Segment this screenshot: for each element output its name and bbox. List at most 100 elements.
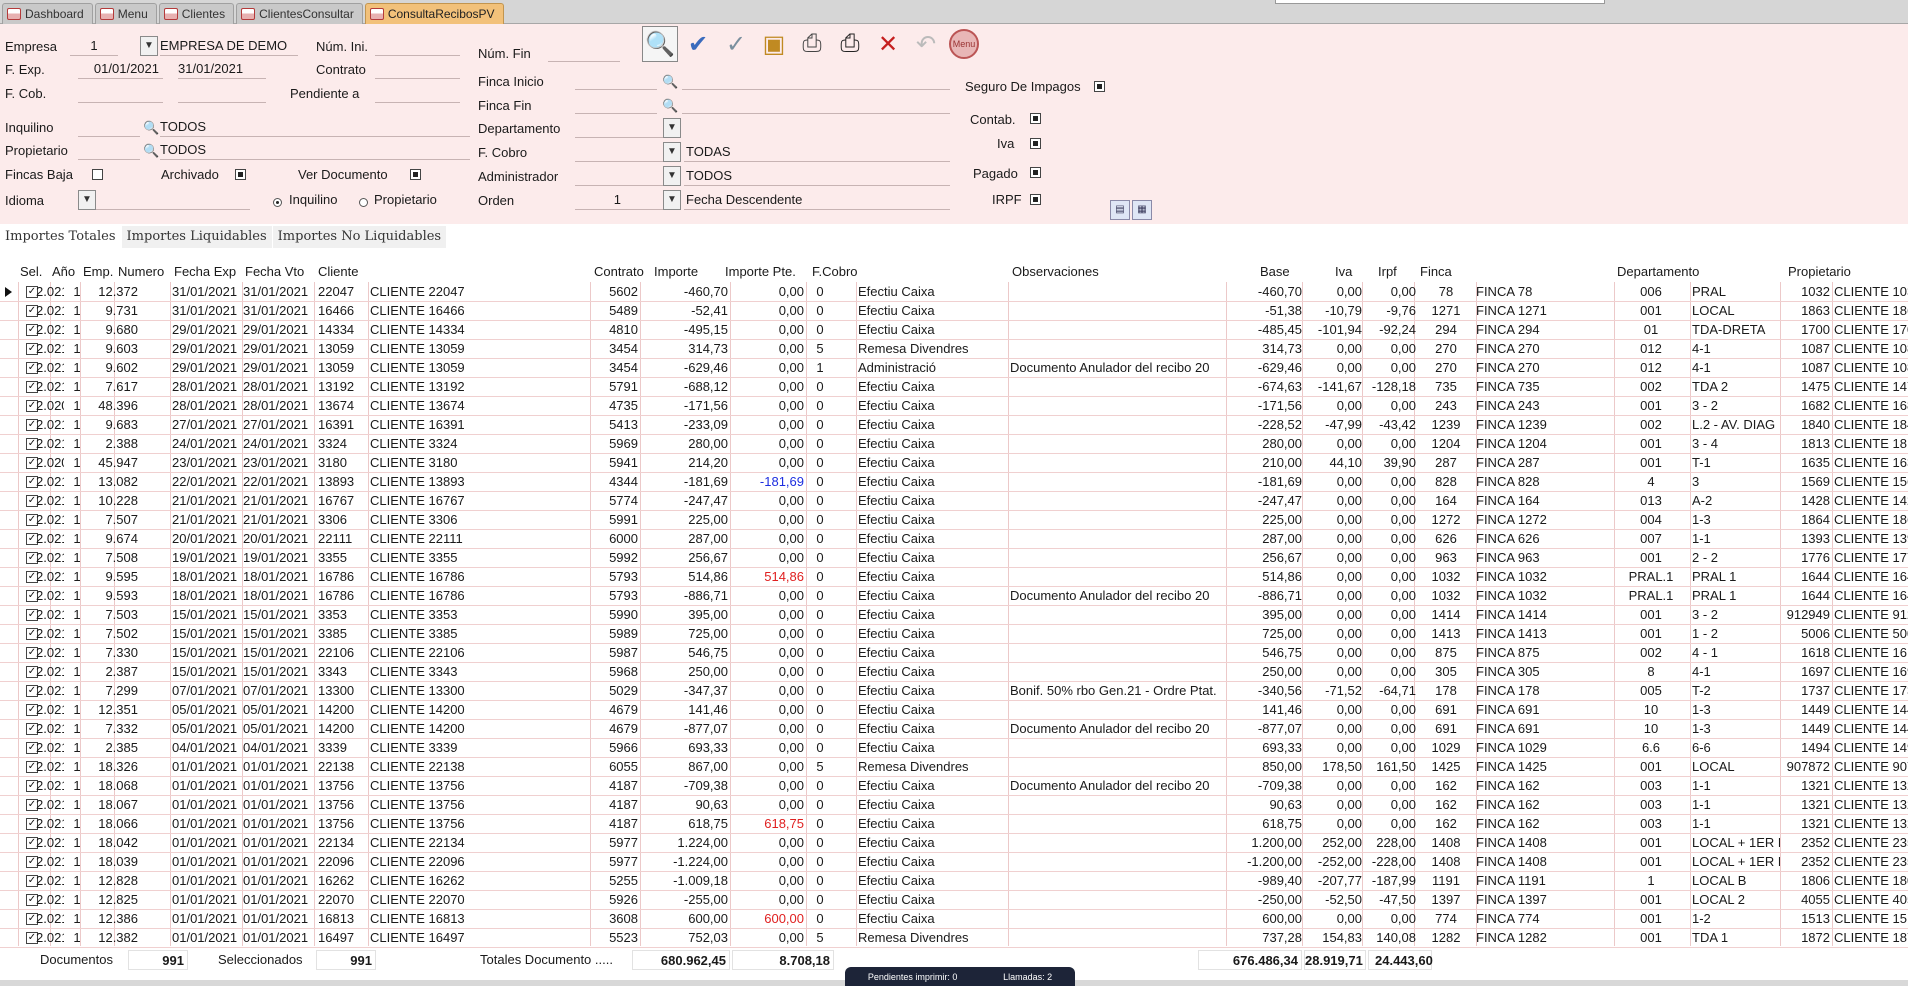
col-header-base[interactable]: Base	[1260, 264, 1290, 282]
col-header-departamento[interactable]: Departamento	[1617, 264, 1699, 282]
menu-icon[interactable]: Menu	[946, 26, 982, 62]
table-row[interactable]: ✓2.021118.06601/01/202101/01/202113756CL…	[0, 815, 1908, 834]
table-row[interactable]: ✓2.02112.38824/01/202124/01/20213324CLIE…	[0, 435, 1908, 454]
contab-checkbox[interactable]	[1030, 113, 1041, 124]
finca-inicio-field[interactable]	[575, 70, 657, 90]
administrador-dropdown-button[interactable]: ▼	[663, 166, 681, 186]
table-row[interactable]: ✓2.02117.29907/01/202107/01/202113300CLI…	[0, 682, 1908, 701]
col-header-irpf[interactable]: Irpf	[1378, 264, 1397, 282]
table-row[interactable]: ✓2.021118.04201/01/202101/01/202122134CL…	[0, 834, 1908, 853]
tab-clientes[interactable]: Clientes	[158, 3, 235, 24]
finca-inicio-search-icon[interactable]: 🔍	[662, 74, 678, 90]
archivado-checkbox[interactable]	[235, 169, 246, 180]
empresa-number-field[interactable]: 1	[70, 36, 118, 56]
table-row[interactable]: ✓2.02117.61728/01/202128/01/202113192CLI…	[0, 378, 1908, 397]
iva-checkbox[interactable]	[1030, 138, 1041, 149]
pendiente-a-field[interactable]	[375, 83, 460, 103]
tab-importes-liquidables[interactable]: Importes Liquidables	[121, 226, 272, 248]
col-header-numero[interactable]: Numero	[118, 264, 164, 282]
form-view-icon[interactable]: ▤	[1110, 200, 1130, 220]
inquilino-search-icon[interactable]: 🔍	[143, 120, 159, 136]
propietario-radio[interactable]	[359, 198, 368, 207]
table-row[interactable]: ✓2.02119.67420/01/202120/01/202122111CLI…	[0, 530, 1908, 549]
table-row[interactable]: ✓2.021112.35105/01/202105/01/202114200CL…	[0, 701, 1908, 720]
table-row[interactable]: ✓2.02117.50215/01/202115/01/20213385CLIE…	[0, 625, 1908, 644]
top-search-box[interactable]	[1275, 0, 1605, 4]
table-row[interactable]: ✓2.021112.38601/01/202101/01/202116813CL…	[0, 910, 1908, 929]
table-row[interactable]: ✓2.02112.38715/01/202115/01/20213343CLIE…	[0, 663, 1908, 682]
table-row[interactable]: ✓2.021113.08222/01/202122/01/202113893CL…	[0, 473, 1908, 492]
table-row[interactable]: ✓2.02119.68327/01/202127/01/202116391CLI…	[0, 416, 1908, 435]
propietario-code-field[interactable]	[78, 140, 140, 160]
table-row[interactable]: ✓2.021118.06701/01/202101/01/202113756CL…	[0, 796, 1908, 815]
f-cob-to-field[interactable]	[178, 83, 266, 103]
undo-icon[interactable]: ↶	[908, 26, 944, 62]
f-cobro-dropdown-button[interactable]: ▼	[663, 142, 681, 162]
finca-fin-field[interactable]	[575, 94, 657, 114]
check-all-icon[interactable]: ✔	[680, 26, 716, 62]
table-row[interactable]: ✓2.021118.03901/01/202101/01/202122096CL…	[0, 853, 1908, 872]
fincas-baja-checkbox[interactable]	[92, 169, 103, 180]
table-row[interactable]: ✓2.02119.59318/01/202118/01/202116786CLI…	[0, 587, 1908, 606]
table-row[interactable]: ✓2.02119.68029/01/202129/01/202114334CLI…	[0, 321, 1908, 340]
delete-icon[interactable]: ✕	[870, 26, 906, 62]
orden-number-field[interactable]: 1	[575, 190, 663, 210]
col-header-anio[interactable]: Año	[52, 264, 75, 282]
col-header-propietario[interactable]: Propietario	[1788, 264, 1851, 282]
col-header-contrato[interactable]: Contrato	[594, 264, 644, 282]
num-fin-field[interactable]	[548, 42, 620, 62]
f-exp-to-field[interactable]: 31/01/2021	[178, 59, 266, 79]
f-cob-from-field[interactable]	[78, 83, 163, 103]
inquilino-code-field[interactable]	[78, 117, 140, 137]
table-row[interactable]: ✓2.02117.33205/01/202105/01/202114200CLI…	[0, 720, 1908, 739]
check-icon[interactable]: ✓	[718, 26, 754, 62]
finca-fin-search-icon[interactable]: 🔍	[662, 98, 678, 114]
contrato-field[interactable]	[375, 59, 460, 79]
pagado-checkbox[interactable]	[1030, 167, 1041, 178]
table-row[interactable]: ✓2.021112.82801/01/202101/01/202116262CL…	[0, 872, 1908, 891]
table-row[interactable]: ✓2.02117.50819/01/202119/01/20213355CLIE…	[0, 549, 1908, 568]
col-header-finca[interactable]: Finca	[1420, 264, 1452, 282]
tab-consultarecibospv[interactable]: ConsultaRecibosPV	[364, 3, 504, 24]
print-icon[interactable]: ⎙	[832, 26, 868, 62]
orden-dropdown-button[interactable]: ▼	[663, 190, 681, 210]
table-row[interactable]: ✓2.02119.73131/01/202131/01/202116466CLI…	[0, 302, 1908, 321]
table-row[interactable]: ✓2.021112.38201/01/202101/01/202116497CL…	[0, 929, 1908, 948]
col-header-fecha-exp[interactable]: Fecha Exp	[174, 264, 236, 282]
table-row[interactable]: ✓2.021118.06801/01/202101/01/202113756CL…	[0, 777, 1908, 796]
table-row[interactable]: ✓2.02117.50721/01/202121/01/20213306CLIE…	[0, 511, 1908, 530]
tab-importes-no-liquidables[interactable]: Importes No Liquidables	[272, 226, 447, 248]
tab-menu[interactable]: Menu	[94, 3, 157, 24]
col-header-iva[interactable]: Iva	[1335, 264, 1352, 282]
col-header-cliente[interactable]: Cliente	[318, 264, 358, 282]
print-preview-icon[interactable]: ⎙	[794, 26, 830, 62]
col-header-importe-pte[interactable]: Importe Pte.	[725, 264, 796, 282]
inquilino-radio[interactable]	[273, 198, 282, 207]
table-row[interactable]: ✓2.020148.39628/01/202128/01/202113674CL…	[0, 397, 1908, 416]
col-header-observaciones[interactable]: Observaciones	[1012, 264, 1099, 282]
search-icon[interactable]: 🔍	[642, 26, 678, 62]
table-row[interactable]: ✓2.021110.22821/01/202121/01/202116767CL…	[0, 492, 1908, 511]
administrador-code-field[interactable]	[575, 166, 663, 186]
table-row[interactable]: ✓2.020145.94723/01/202123/01/20213180CLI…	[0, 454, 1908, 473]
table-view-icon[interactable]: ▦	[1132, 200, 1152, 220]
table-row[interactable]: ✓2.021118.32601/01/202101/01/202122138CL…	[0, 758, 1908, 777]
irpf-checkbox[interactable]	[1030, 194, 1041, 205]
num-ini-field[interactable]	[375, 36, 460, 56]
departamento-field[interactable]	[575, 118, 663, 138]
table-row[interactable]: ✓2.02117.50315/01/202115/01/20213353CLIE…	[0, 606, 1908, 625]
departamento-dropdown-button[interactable]: ▼	[663, 118, 681, 138]
propietario-search-icon[interactable]: 🔍	[143, 143, 159, 159]
tab-clientesconsultar[interactable]: ClientesConsultar	[236, 3, 363, 24]
f-cobro-code-field[interactable]	[575, 142, 663, 162]
table-row[interactable]: ✓2.021112.37231/01/202131/01/202122047CL…	[0, 283, 1908, 302]
col-header-fecha-vto[interactable]: Fecha Vto	[245, 264, 304, 282]
tab-importes-totales[interactable]: Importes Totales	[0, 226, 121, 248]
tab-dashboard[interactable]: Dashboard	[2, 3, 93, 24]
export-icon[interactable]: ▣	[756, 26, 792, 62]
col-header-importe[interactable]: Importe	[654, 264, 698, 282]
idioma-dropdown-button[interactable]: ▼	[78, 190, 96, 210]
empresa-dropdown-button[interactable]: ▼	[140, 36, 158, 56]
col-header-emp[interactable]: Emp.	[83, 264, 113, 282]
col-header-sel[interactable]: Sel.	[20, 264, 42, 282]
